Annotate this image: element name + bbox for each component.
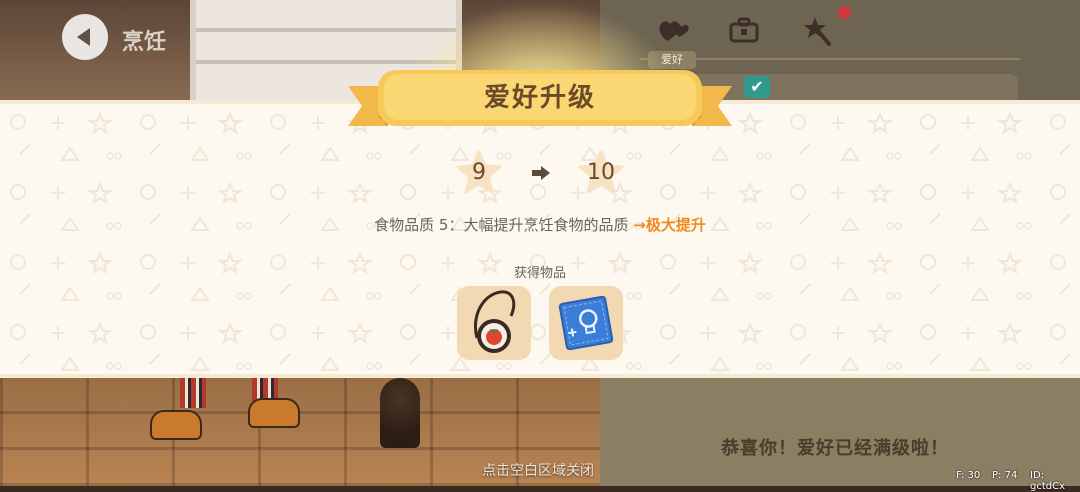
level-from: 9: [472, 160, 486, 185]
table-base: [380, 378, 420, 448]
back-arrow-icon: [77, 28, 90, 46]
background-pattern: [0, 104, 1080, 374]
arrow-right-icon: [532, 166, 550, 180]
max-level-congrats-text: 恭喜你！爱好已经满级啦！: [721, 438, 949, 459]
back-button[interactable]: [62, 14, 108, 60]
character-shoe: [248, 398, 300, 428]
popup-title: 爱好升级: [483, 83, 596, 113]
star-wand-icon[interactable]: [800, 12, 840, 48]
hobby-levelup-popup: [0, 100, 1080, 378]
ping-readout: P: 74: [992, 470, 1018, 481]
description-arrow: →: [633, 216, 646, 234]
lightbulb-blueprint-icon: [558, 295, 614, 351]
character-shoe: [150, 410, 202, 440]
session-id-readout: ID: gctdCx: [1030, 470, 1066, 492]
page-title: 烹饪: [122, 30, 167, 55]
handbag-with-tomato-icon: [474, 290, 516, 353]
toolbox-icon[interactable]: [724, 12, 764, 48]
level-to: 10: [587, 160, 615, 185]
rewards-title: 获得物品: [513, 266, 566, 281]
upgrade-description: 食物品质 5：大幅提升烹饪食物的品质 →极大提升: [0, 214, 1080, 235]
character-leg: [180, 378, 206, 408]
description-highlight: 极大提升: [645, 216, 706, 234]
tap-blank-to-close-hint[interactable]: 点击空白区域关闭: [482, 460, 594, 480]
reward-item[interactable]: [457, 286, 531, 360]
reward-item[interactable]: [549, 286, 623, 360]
fps-readout: F: 30: [956, 470, 981, 481]
check-icon[interactable]: ✔: [744, 76, 770, 98]
notification-dot: [838, 6, 851, 19]
description-text: 食物品质 5：大幅提升烹饪食物的品质: [374, 216, 629, 234]
